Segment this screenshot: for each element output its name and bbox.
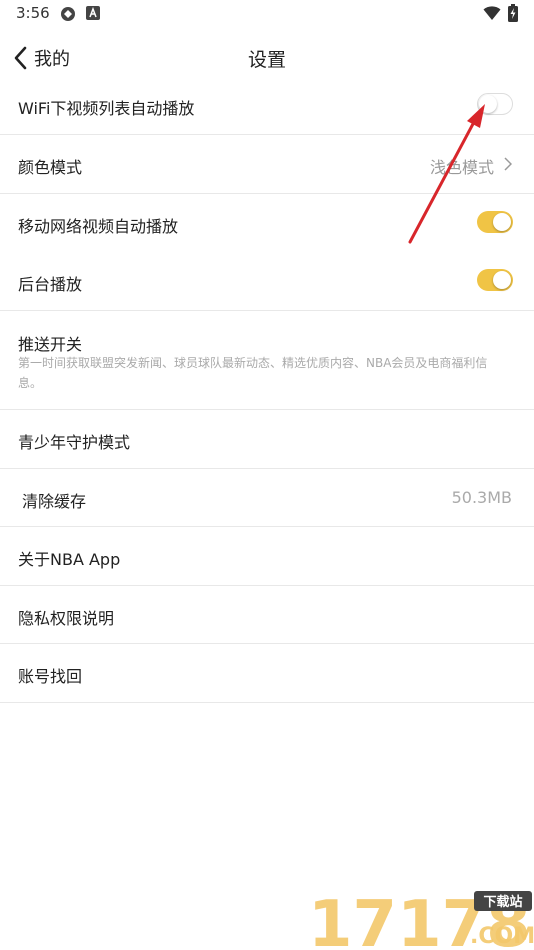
watermark-badge: 下载站	[483, 894, 522, 910]
annotation-arrow	[408, 104, 485, 244]
watermark-domain: .COM	[470, 924, 534, 949]
watermark-logo: 17178 下载站 .COM	[308, 888, 534, 950]
